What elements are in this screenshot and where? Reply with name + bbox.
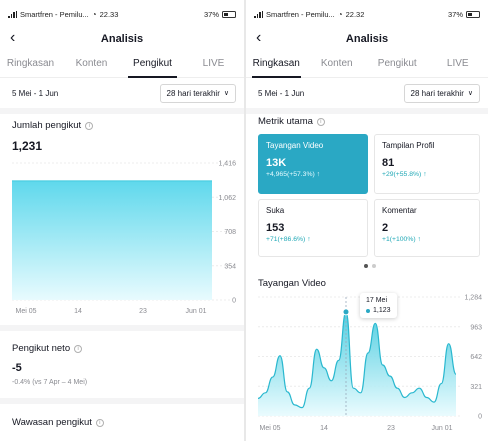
- views-area: [258, 311, 456, 416]
- info-icon[interactable]: i: [74, 344, 83, 353]
- y-tick-label: 1,284: [464, 295, 482, 302]
- y-tick-label: 0: [478, 414, 482, 421]
- highlight-point: [342, 308, 350, 316]
- net-followers-title: Pengikut neto: [12, 343, 71, 354]
- tooltip-value: 1,123: [373, 307, 391, 314]
- x-tick-label: 14: [74, 308, 82, 315]
- y-tick-label: 642: [470, 354, 482, 361]
- overview-screen: Smartfren - Pemilu... ◔ 22.32 37% ‹ Anal…: [246, 0, 488, 441]
- divider: [0, 398, 244, 404]
- x-tick-label: Mei 05: [15, 308, 36, 315]
- net-followers-value: -5: [12, 362, 22, 374]
- y-tick-label: 321: [470, 384, 482, 391]
- y-tick-label: 354: [224, 263, 236, 270]
- followers-insight-title: Wawasan pengikut: [12, 417, 92, 428]
- tooltip-date: 17 Mei: [366, 297, 388, 304]
- y-tick-label: 1,062: [218, 195, 236, 202]
- video-views-chart[interactable]: 1,284 963 642 321 0 Mei 05 14 23 Jun 01: [246, 0, 488, 441]
- y-tick-label: 0: [232, 298, 236, 305]
- series-dot-icon: [366, 308, 370, 313]
- net-followers-change: -0.4% (vs 7 Apr – 4 Mei): [12, 379, 88, 386]
- chart-tooltip: 17 Mei 1,123: [360, 293, 397, 318]
- x-tick-label: Jun 01: [431, 425, 452, 432]
- divider: [0, 325, 244, 331]
- x-tick-label: 14: [320, 425, 328, 432]
- followers-screen: Smartfren - Pemilu... ◔ 22.33 37% ‹ Anal…: [0, 0, 244, 441]
- y-tick-label: 1,416: [218, 161, 236, 168]
- x-tick-label: Mei 05: [259, 425, 280, 432]
- followers-insight-section: Wawasan pengikut i: [12, 417, 104, 428]
- info-icon[interactable]: i: [95, 418, 104, 427]
- x-tick-label: Jun 01: [185, 308, 206, 315]
- y-tick-label: 708: [224, 229, 236, 236]
- x-tick-label: 23: [387, 425, 395, 432]
- net-followers-section: Pengikut neto i: [12, 343, 83, 354]
- followers-chart: 1,416 1,062 708 354 0 Mei 05 14 23 Jun 01: [12, 161, 236, 315]
- x-tick-label: 23: [139, 308, 147, 315]
- y-tick-label: 963: [470, 324, 482, 331]
- followers-area: [12, 180, 212, 300]
